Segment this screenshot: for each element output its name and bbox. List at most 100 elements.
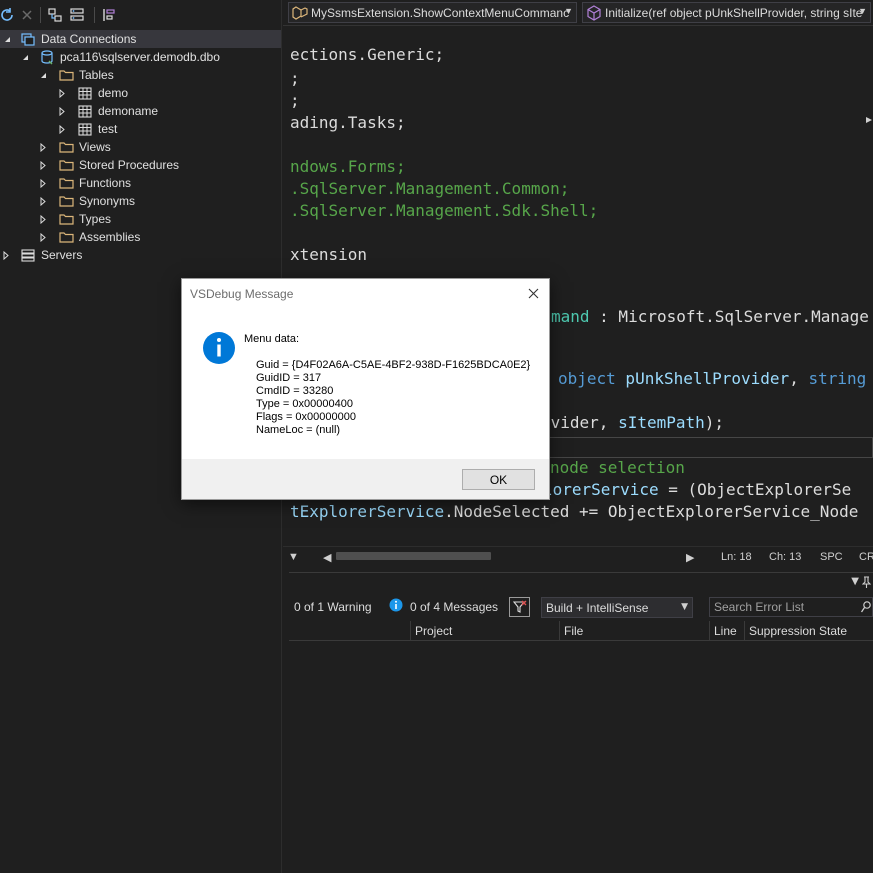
folder-icon (58, 228, 74, 246)
collapsed-arrow-icon[interactable] (57, 102, 67, 120)
search-error-list-input[interactable]: Search Error List (709, 597, 873, 617)
tree-label: pca116\sqlserver.demodb.dbo (60, 50, 220, 64)
tree-label: demoname (98, 104, 159, 118)
collapsed-arrow-icon[interactable] (38, 210, 48, 228)
line-ending-mode[interactable]: CR (859, 551, 873, 563)
zoom-dropdown-arrow-icon[interactable]: ▼ (288, 551, 299, 563)
tree-item-table-test[interactable]: test (0, 120, 281, 138)
type-dropdown[interactable]: MySsmsExtension.ShowContextMenuCommanc ▼ (288, 2, 577, 23)
tree-label: Synonyms (79, 194, 136, 208)
scroll-left-icon[interactable]: ◀ (323, 551, 331, 564)
code-line: ading.Tasks; (290, 113, 406, 132)
code-line: node selection (550, 458, 685, 477)
expanded-arrow-icon[interactable] (20, 48, 30, 66)
code-line: tExplorerService.NodeSelected += ObjectE… (290, 502, 859, 521)
ok-button[interactable]: OK (462, 469, 535, 490)
dialog-line-flags: Flags = 0x00000000 (256, 411, 356, 423)
folder-icon (58, 210, 74, 228)
build-scope-text: Build + IntelliSense (546, 601, 649, 615)
table-icon (77, 102, 93, 120)
warnings-filter[interactable]: 0 of 1 Warning (294, 600, 372, 614)
code-line: .SqlServer.Management.Common; (290, 179, 570, 198)
data-connections-icon (20, 30, 36, 48)
column-header-suppression-state[interactable]: Suppression State (744, 621, 873, 641)
build-scope-dropdown[interactable]: Build + IntelliSense ▼ (541, 597, 693, 618)
tree-item-servers[interactable]: Servers (0, 246, 281, 264)
collapsed-arrow-icon[interactable] (38, 192, 48, 210)
collapsed-arrow-icon[interactable] (38, 156, 48, 174)
dialog-line-cmdid: CmdID = 33280 (256, 385, 334, 397)
chevron-down-icon: ▼ (564, 6, 573, 16)
column-header-project[interactable]: Project (410, 621, 560, 641)
message-dialog: VSDebug Message Menu data: Guid = {D4F02… (181, 278, 550, 500)
tree-item-table-demoname[interactable]: demoname (0, 102, 281, 120)
server-explorer-toolbar (0, 0, 282, 30)
collapsed-arrow-icon[interactable] (1, 246, 11, 264)
column-header-file[interactable]: File (559, 621, 709, 641)
member-dropdown[interactable]: Initialize(ref object pUnkShellProvider,… (582, 2, 871, 23)
connect-to-database-icon[interactable] (46, 6, 64, 24)
collapsed-arrow-icon[interactable] (38, 228, 48, 246)
dialog-footer: OK (182, 459, 549, 499)
method-icon (586, 5, 602, 22)
tree-item-table-demo[interactable]: demo (0, 84, 281, 102)
table-icon (77, 84, 93, 102)
collapsed-arrow-icon[interactable] (38, 138, 48, 156)
collapsed-arrow-icon[interactable] (57, 84, 67, 102)
folder-icon (58, 66, 74, 84)
window-menu-arrow-icon[interactable]: ▼ (851, 576, 859, 587)
collapsed-arrow-icon[interactable] (57, 120, 67, 138)
properties-icon[interactable] (100, 6, 118, 24)
tree-item-types[interactable]: Types (0, 210, 281, 228)
editor-navigation-bar: MySsmsExtension.ShowContextMenuCommanc ▼… (283, 0, 873, 26)
toolbar-separator (40, 7, 41, 23)
pin-icon[interactable] (861, 576, 872, 591)
search-placeholder: Search Error List (714, 600, 805, 614)
folder-icon (58, 138, 74, 156)
tree-item-tables[interactable]: Tables (0, 66, 281, 84)
column-header-line[interactable]: Line (709, 621, 745, 641)
tree-item-assemblies[interactable]: Assemblies (0, 228, 281, 246)
code-line: ections.Generic; (290, 45, 445, 64)
tree-label: demo (98, 86, 129, 100)
collapsed-arrow-icon[interactable] (38, 174, 48, 192)
class-icon (292, 5, 308, 22)
tree-item-views[interactable]: Views (0, 138, 281, 156)
type-dropdown-text: MySsmsExtension.ShowContextMenuCommanc (311, 6, 570, 20)
messages-filter[interactable]: 0 of 4 Messages (410, 600, 498, 614)
tree-item-stored-procedures[interactable]: Stored Procedures (0, 156, 281, 174)
line-number: Ln: 18 (721, 551, 752, 563)
refresh-icon[interactable] (0, 6, 16, 24)
folder-icon (58, 174, 74, 192)
expanded-arrow-icon[interactable] (38, 66, 48, 84)
column-number: Ch: 13 (769, 551, 802, 563)
whitespace-mode[interactable]: SPC (820, 551, 843, 563)
tree-item-functions[interactable]: Functions (0, 174, 281, 192)
info-icon (389, 598, 403, 615)
tree-label: Types (79, 212, 112, 226)
chevron-down-icon: ▼ (681, 602, 688, 612)
folder-icon (58, 192, 74, 210)
information-icon (202, 331, 236, 365)
scroll-marker-icon (865, 113, 873, 123)
database-connection-icon (39, 48, 55, 66)
code-line: ndows.Forms; (290, 157, 406, 176)
servers-icon (20, 246, 36, 264)
dialog-line-guidid: GuidID = 317 (256, 372, 322, 384)
code-line: mand : Microsoft.SqlServer.Manage (551, 307, 869, 326)
connect-to-server-icon[interactable] (68, 6, 86, 24)
expanded-arrow-icon[interactable] (2, 30, 12, 48)
dialog-line-type: Type = 0x00000400 (256, 398, 353, 410)
tree-item-data-connections[interactable]: Data Connections (0, 30, 281, 48)
filter-toggle[interactable] (509, 597, 530, 617)
tree-label: Assemblies (79, 230, 141, 244)
code-line: object pUnkShellProvider, string (558, 369, 867, 388)
close-icon[interactable] (525, 285, 541, 301)
tree-item-synonyms[interactable]: Synonyms (0, 192, 281, 210)
dialog-heading: Menu data: (244, 333, 300, 345)
tree-item-connection[interactable]: pca116\sqlserver.demodb.dbo (0, 48, 281, 66)
search-icon[interactable] (860, 601, 871, 616)
horizontal-scrollbar-thumb[interactable] (336, 552, 491, 560)
stop-icon[interactable] (18, 6, 36, 24)
tree-label: Data Connections (41, 32, 137, 46)
